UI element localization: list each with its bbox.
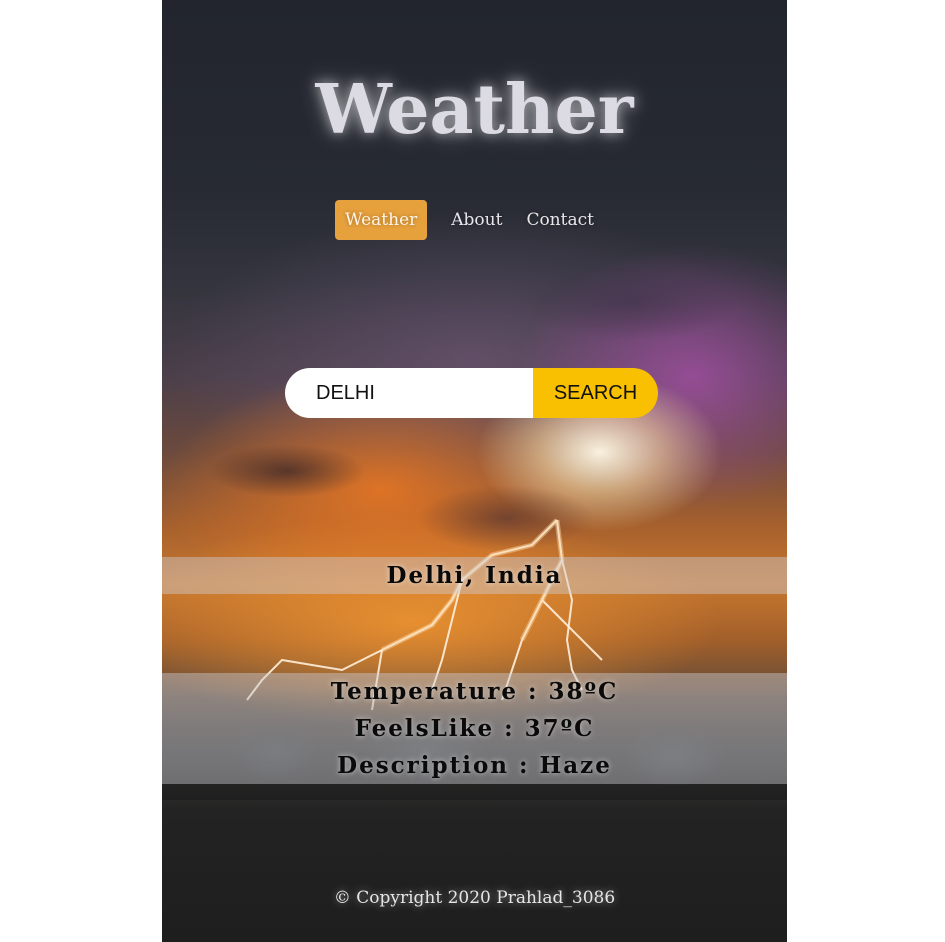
nav-item-contact[interactable]: Contact [515, 200, 605, 240]
city-name: Delhi, India [386, 562, 563, 589]
nav-item-weather[interactable]: Weather [335, 199, 428, 240]
main-nav: Weather About Contact [335, 198, 605, 241]
footer-copyright: © Copyright 2020 Prahlad_3086 [333, 888, 616, 908]
feels-like-text: FeelsLike : 37ºC [354, 715, 595, 742]
city-search-input[interactable] [285, 368, 533, 418]
weather-app: Weather Weather About Contact SEARCH Del… [162, 0, 787, 942]
search-button[interactable]: SEARCH [533, 368, 658, 418]
temperature-text: Temperature : 38ºC [330, 678, 619, 705]
description-text: Description : Haze [337, 752, 612, 779]
nav-item-about[interactable]: About [440, 200, 513, 240]
search-bar: SEARCH [285, 368, 658, 418]
page-title: Weather [315, 70, 634, 150]
